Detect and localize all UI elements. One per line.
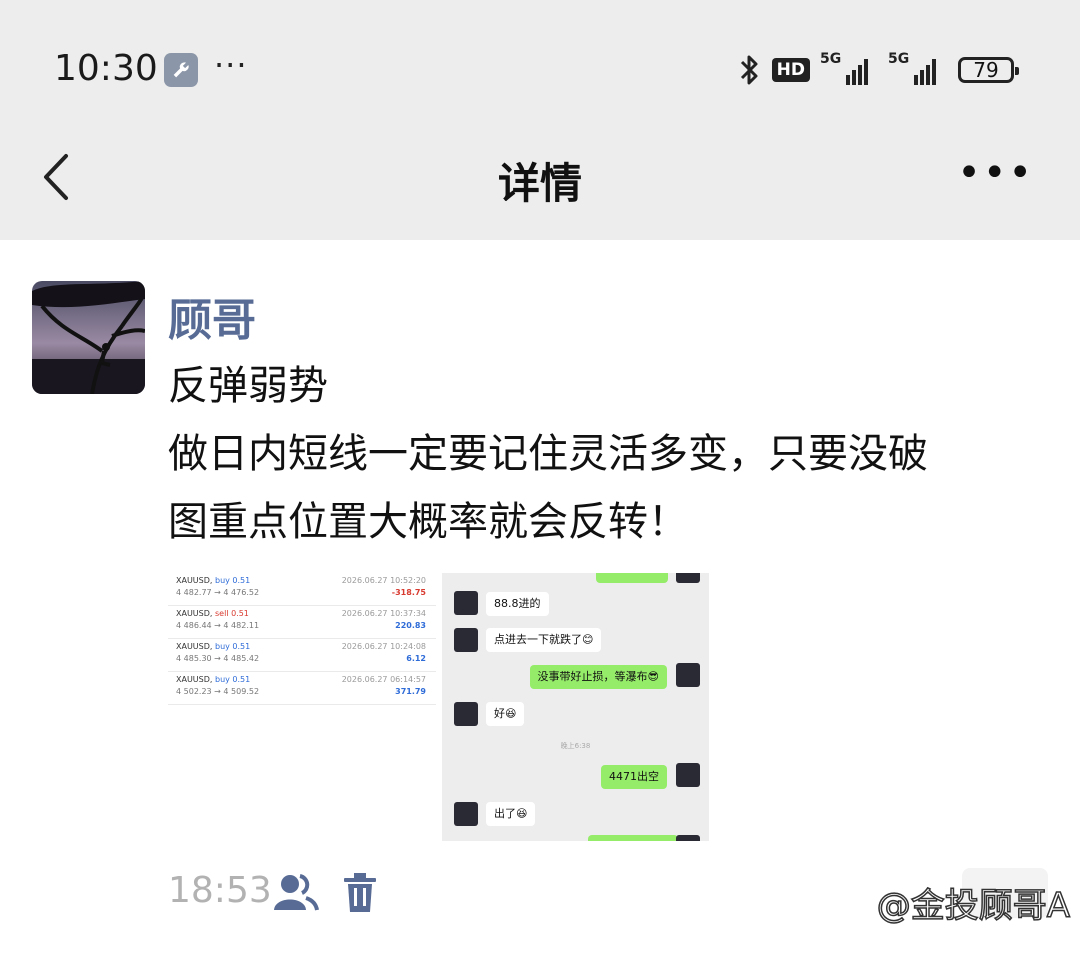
signal-label: 5G bbox=[820, 51, 842, 67]
chat-screenshot-image[interactable]: 88.8进的 点进去一下就跌了😊 没事带好止损，等瀑布😎 好😆 晚上6:38 4… bbox=[442, 573, 709, 841]
post-text-line: 做日内短线一定要记住灵活多变，只要没破 bbox=[168, 431, 928, 477]
trade-datetime: 2026.06.27 10:24:08 bbox=[341, 642, 426, 651]
chat-bubble-partial bbox=[596, 573, 668, 583]
author-avatar[interactable] bbox=[32, 281, 145, 394]
chat-message: 出了😆 bbox=[486, 802, 536, 826]
chat-message: 好😆 bbox=[486, 702, 525, 726]
chat-avatar bbox=[676, 835, 700, 841]
chat-avatar bbox=[454, 628, 478, 652]
hd-voice-icon: HD bbox=[771, 58, 810, 82]
more-options-button[interactable]: ••• bbox=[957, 150, 1034, 196]
signal-5g-icon: 5G bbox=[888, 51, 948, 85]
chat-avatar bbox=[676, 663, 700, 687]
trade-symbol: XAUUSD, bbox=[176, 609, 213, 618]
trade-side: buy 0.51 bbox=[215, 675, 251, 684]
visibility-users-icon[interactable] bbox=[272, 872, 320, 912]
chat-avatar bbox=[454, 702, 478, 726]
trade-side: sell 0.51 bbox=[215, 609, 249, 618]
trade-prices: 4 485.30 → 4 485.42 bbox=[176, 654, 260, 663]
trade-row: XAUUSD, buy 0.51 4 482.77 → 4 476.52 202… bbox=[168, 573, 436, 606]
trade-row: XAUUSD, sell 0.51 4 486.44 → 4 482.11 20… bbox=[168, 606, 436, 639]
status-bar: 10:30 ··· HD 5G 5G 79 bbox=[0, 0, 1080, 140]
trade-side: buy 0.51 bbox=[215, 576, 251, 585]
post-time: 18:53 bbox=[168, 870, 272, 911]
status-time: 10:30 bbox=[54, 48, 158, 89]
post-text-line: 图重点位置大概率就会反转！ bbox=[168, 499, 688, 545]
trade-profit: 220.83 bbox=[395, 621, 426, 630]
chat-time-separator: 晚上6:38 bbox=[560, 742, 591, 750]
trade-symbol: XAUUSD, bbox=[176, 675, 213, 684]
wrench-icon bbox=[164, 53, 198, 87]
chat-message: 4471出空 bbox=[601, 765, 667, 789]
page-title: 详情 bbox=[497, 159, 582, 208]
trade-symbol: XAUUSD, bbox=[176, 576, 213, 585]
trade-datetime: 2026.06.27 06:14:57 bbox=[341, 675, 426, 684]
chat-bubble-partial bbox=[588, 835, 678, 841]
author-name[interactable]: 顾哥 bbox=[168, 284, 256, 348]
trade-row: XAUUSD, buy 0.51 4 485.30 → 4 485.42 202… bbox=[168, 639, 436, 672]
chat-avatar bbox=[454, 591, 478, 615]
trade-profit: 371.79 bbox=[395, 687, 426, 696]
chat-message: 点进去一下就跌了😊 bbox=[486, 628, 602, 652]
trade-prices: 4 502.23 → 4 509.52 bbox=[176, 687, 260, 696]
bluetooth-icon bbox=[740, 55, 758, 85]
trade-history-image[interactable]: XAUUSD, buy 0.51 4 482.77 → 4 476.52 202… bbox=[168, 573, 436, 705]
trade-datetime: 2026.06.27 10:37:34 bbox=[341, 609, 426, 618]
chat-message: 没事带好止损，等瀑布😎 bbox=[529, 665, 667, 689]
chat-message: 88.8进的 bbox=[486, 592, 549, 616]
trade-side: buy 0.51 bbox=[215, 642, 251, 651]
trade-row: XAUUSD, buy 0.51 4 502.23 → 4 509.52 202… bbox=[168, 672, 436, 705]
delete-icon[interactable] bbox=[342, 872, 378, 914]
trade-profit: 6.12 bbox=[406, 654, 426, 663]
chat-avatar bbox=[676, 763, 700, 787]
chat-avatar bbox=[676, 573, 700, 583]
battery-icon: 79 bbox=[958, 57, 1019, 83]
post-text-line: 反弹弱势 bbox=[168, 363, 328, 409]
trade-profit: -318.75 bbox=[391, 588, 426, 597]
trade-prices: 4 486.44 → 4 482.11 bbox=[176, 621, 260, 630]
notification-more-icon: ··· bbox=[214, 46, 248, 84]
signal-5g-icon: 5G bbox=[820, 51, 878, 85]
watermark: @金投顾哥A bbox=[876, 885, 1071, 927]
system-icons: HD 5G 5G 79 bbox=[738, 50, 1019, 90]
chat-avatar bbox=[454, 802, 478, 826]
trade-symbol: XAUUSD, bbox=[176, 642, 213, 651]
signal-label: 5G bbox=[888, 51, 910, 67]
trade-datetime: 2026.06.27 10:52:20 bbox=[341, 576, 426, 585]
nav-bar: 详情 ••• bbox=[0, 140, 1080, 240]
trade-prices: 4 482.77 → 4 476.52 bbox=[176, 588, 260, 597]
post-text: 反弹弱势 做日内短线一定要记住灵活多变，只要没破 图重点位置大概率就会反转！ bbox=[168, 352, 1058, 556]
